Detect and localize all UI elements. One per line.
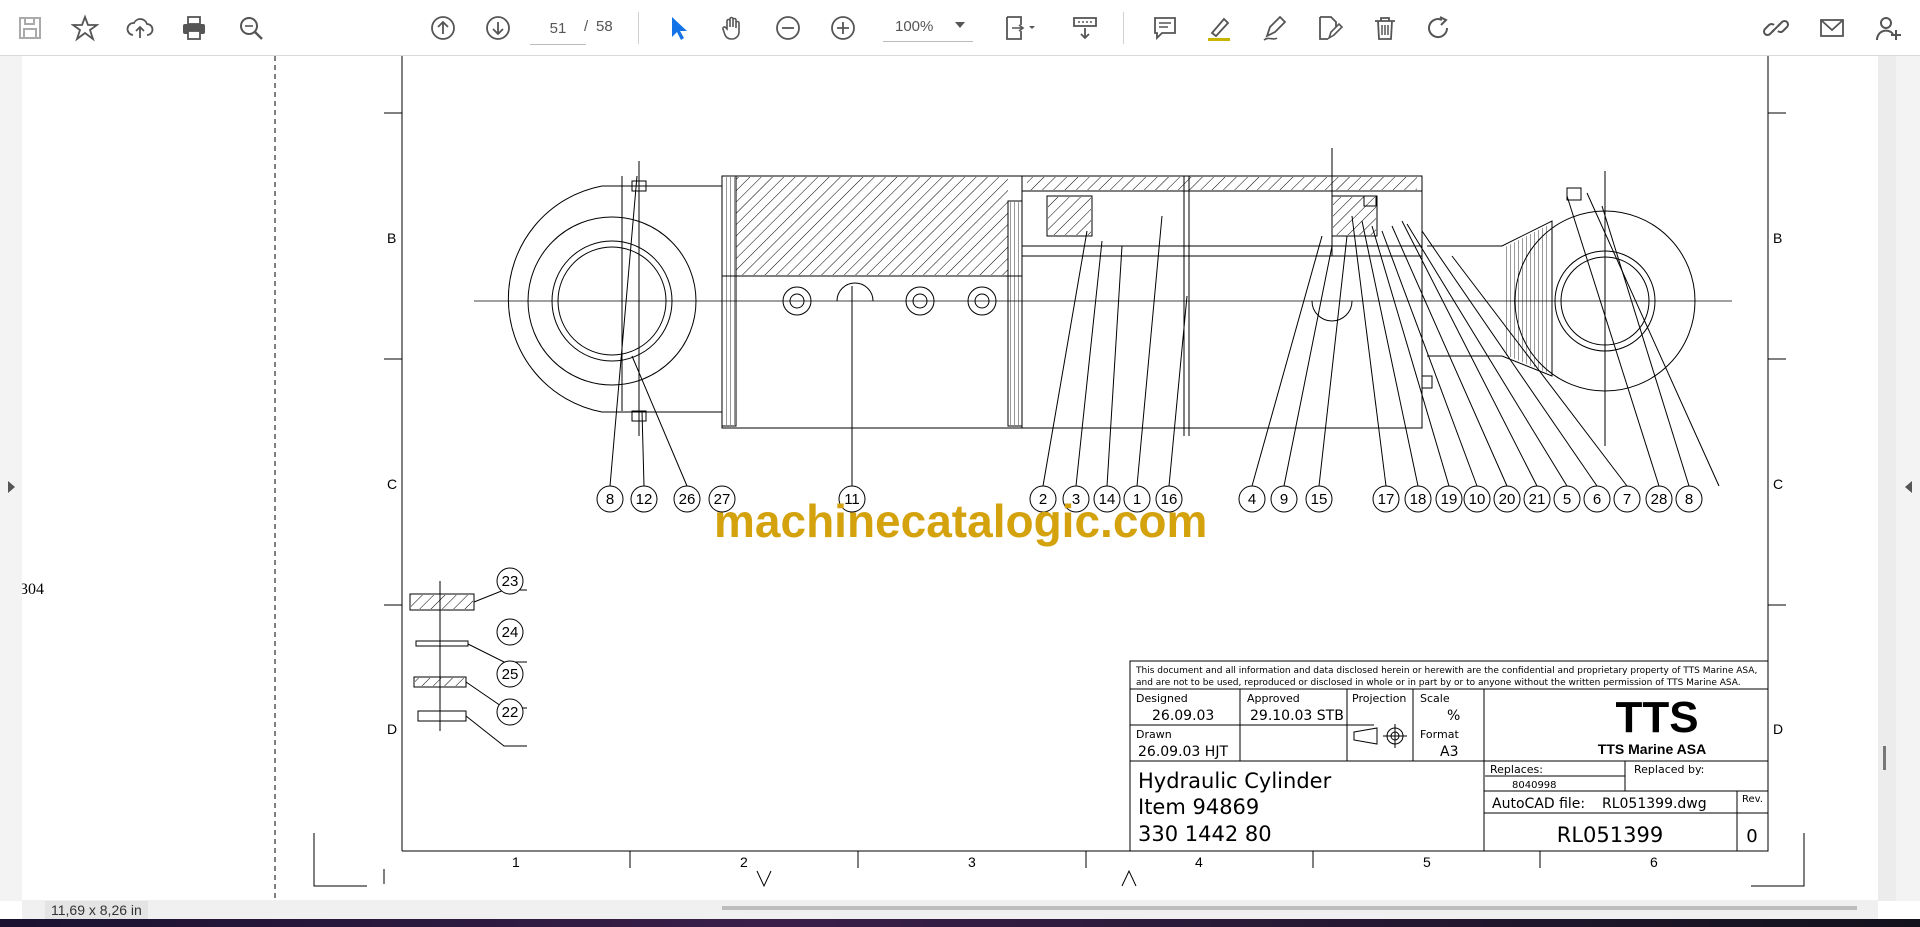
share-link-icon[interactable] xyxy=(1756,8,1796,48)
save-icon[interactable] xyxy=(10,8,50,48)
drawn-label: Drawn xyxy=(1136,728,1172,741)
drawing-title-line-2: Item 94869 xyxy=(1138,795,1259,819)
balloon-label: 10 xyxy=(1469,491,1486,508)
rev-value: 0 xyxy=(1746,826,1757,847)
balloon-label: 9 xyxy=(1280,491,1288,508)
comment-icon[interactable] xyxy=(1145,8,1185,48)
autocad-value: RL051399.dwg xyxy=(1602,796,1707,812)
row-label-b-right: B xyxy=(1773,230,1782,246)
balloon-label: 5 xyxy=(1563,491,1571,508)
vertical-scroll-thumb[interactable] xyxy=(1883,746,1886,770)
drawn-value: 26.09.03 HJT xyxy=(1138,744,1228,760)
detail-balloon-label: 24 xyxy=(502,624,519,641)
document-page: 3 0 4 B C D B C D 1 2 3 4 5 6 8 12 26 27 1… xyxy=(22,56,1878,901)
os-taskbar xyxy=(0,919,1920,927)
designed-value: 26.09.03 xyxy=(1152,708,1214,724)
email-icon[interactable] xyxy=(1812,8,1852,48)
balloon-label: 19 xyxy=(1441,491,1458,508)
balloon-label: 7 xyxy=(1623,491,1631,508)
detail-balloon-label: 25 xyxy=(502,666,519,683)
print-icon[interactable] xyxy=(174,8,214,48)
page-separator: / xyxy=(584,18,589,35)
balloon-label: 8 xyxy=(1685,491,1693,508)
drawing-title-line-3: 330 1442 80 xyxy=(1138,822,1272,846)
zoom-level-value: 100% xyxy=(895,18,934,35)
page-down-icon[interactable] xyxy=(478,8,518,48)
format-label: Format xyxy=(1420,728,1459,741)
edit-file-icon[interactable] xyxy=(1309,8,1349,48)
replaces-label: Replaces: xyxy=(1490,763,1543,776)
balloon-label: 12 xyxy=(636,491,653,508)
tts-logo-text: TTS xyxy=(1615,693,1698,742)
col-label-2: 2 xyxy=(740,854,748,870)
disclaimer-line-2: and are not to be used, reproduced or di… xyxy=(1136,678,1741,688)
replaces-value: 8040998 xyxy=(1512,780,1557,791)
zoom-in-icon[interactable] xyxy=(823,8,863,48)
drawing-title-line-1: Hydraulic Cylinder xyxy=(1138,769,1332,793)
total-pages: 58 xyxy=(596,18,613,35)
approved-label: Approved xyxy=(1247,692,1300,705)
balloon-label: 18 xyxy=(1410,491,1427,508)
page-size-readout: 11,69 x 8,26 in xyxy=(45,901,148,919)
delete-icon[interactable] xyxy=(1365,8,1405,48)
col-label-4: 4 xyxy=(1195,854,1203,870)
scroll-mode-icon[interactable] xyxy=(1064,8,1106,48)
row-label-c-right: C xyxy=(1773,476,1783,492)
autocad-label: AutoCAD file: xyxy=(1492,796,1585,812)
search-zoom-icon[interactable] xyxy=(231,8,271,48)
row-label-d-right: D xyxy=(1773,721,1783,737)
row-label-c: C xyxy=(387,476,397,492)
zoom-level-dropdown[interactable]: 100% xyxy=(883,12,973,42)
select-cursor-icon[interactable] xyxy=(658,8,698,48)
replaced-by-label: Replaced by: xyxy=(1634,763,1704,776)
designed-label: Designed xyxy=(1136,692,1188,705)
chevron-down-icon xyxy=(955,22,965,28)
col-label-1: 1 xyxy=(512,854,520,870)
draw-icon[interactable] xyxy=(1255,8,1295,48)
rev-label: Rev. xyxy=(1742,794,1763,805)
page-up-icon[interactable] xyxy=(423,8,463,48)
horizontal-scrollbar[interactable] xyxy=(722,906,1857,910)
scale-value: % xyxy=(1447,708,1460,724)
upload-cloud-icon[interactable] xyxy=(120,8,160,48)
left-panel-toggle-icon[interactable] xyxy=(8,481,15,493)
format-value: A3 xyxy=(1440,744,1458,760)
col-label-6: 6 xyxy=(1650,854,1658,870)
scale-label: Scale xyxy=(1420,692,1450,705)
drawing-number: RL051399 xyxy=(1557,823,1663,847)
balloon-label: 6 xyxy=(1593,491,1601,508)
col-label-5: 5 xyxy=(1423,854,1431,870)
balloon-label: 17 xyxy=(1378,491,1395,508)
balloon-label: 28 xyxy=(1651,491,1668,508)
account-icon[interactable] xyxy=(1868,8,1908,48)
balloon-label: 21 xyxy=(1529,491,1546,508)
right-panel-toggle-icon[interactable] xyxy=(1905,481,1912,493)
detail-balloon-label: 23 xyxy=(502,573,519,590)
row-label-d: D xyxy=(387,721,397,737)
page-number-input[interactable] xyxy=(530,12,586,45)
rotate-icon[interactable] xyxy=(1419,8,1459,48)
projection-label: Projection xyxy=(1352,692,1406,705)
toolbar: / 58 100% xyxy=(0,0,1920,56)
detail-balloon-label: 22 xyxy=(502,704,519,721)
balloon-label: 4 xyxy=(1248,491,1256,508)
bookmark-star-icon[interactable] xyxy=(65,8,105,48)
balloon-label: 15 xyxy=(1311,491,1328,508)
technical-drawing: B C D B C D 1 2 3 4 5 6 8 12 26 27 11 2 3 14 1 16… xyxy=(274,56,1805,901)
highlight-icon[interactable] xyxy=(1199,8,1239,48)
fit-page-icon[interactable] xyxy=(995,8,1047,48)
col-label-3: 3 xyxy=(968,854,976,870)
zoom-out-icon[interactable] xyxy=(768,8,808,48)
vertical-scrollbar[interactable] xyxy=(1878,56,1896,901)
row-label-b: B xyxy=(387,230,396,246)
hand-pan-icon[interactable] xyxy=(713,8,753,48)
disclaimer-line-1: This document and all information and da… xyxy=(1135,666,1757,676)
watermark: machinecatalogic.com xyxy=(714,495,1208,547)
left-panel-strip xyxy=(0,56,22,901)
balloon-label: 20 xyxy=(1499,491,1516,508)
balloon-label: 8 xyxy=(606,491,614,508)
company-name: TTS Marine ASA xyxy=(1598,741,1706,757)
balloon-label: 26 xyxy=(679,491,696,508)
approved-value: 29.10.03 STB xyxy=(1250,708,1344,724)
